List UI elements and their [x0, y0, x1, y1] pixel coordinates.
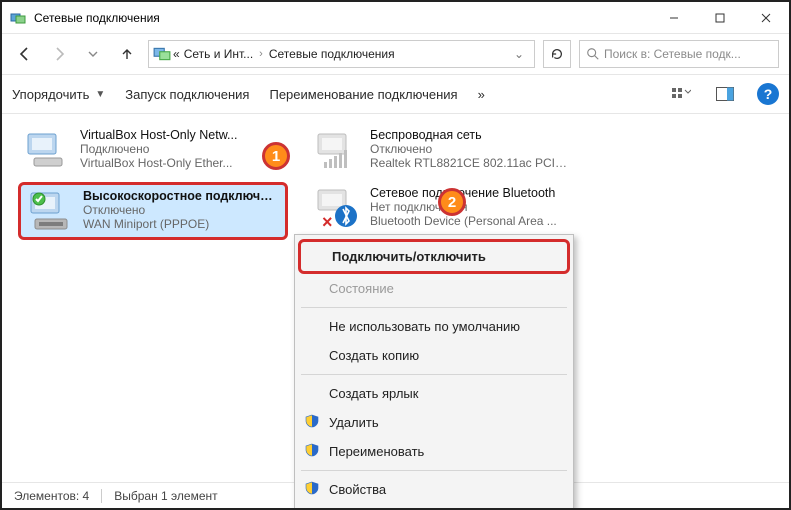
bluetooth-icon: ×: [314, 186, 362, 230]
ctx-status: Состояние: [295, 274, 573, 303]
view-menu[interactable]: [669, 82, 693, 106]
breadcrumb-2[interactable]: Сетевые подключения: [269, 47, 395, 61]
connection-status: Отключено: [370, 142, 572, 156]
search-icon: [586, 47, 600, 61]
connection-title: VirtualBox Host-Only Netw...: [80, 128, 237, 142]
network-adapter-icon: [24, 128, 72, 172]
connection-item-highspeed[interactable]: Высокоскоростное подключение Отключено W…: [18, 182, 288, 240]
shield-icon: [305, 443, 321, 459]
ctx-delete-label: Удалить: [329, 415, 379, 430]
connection-device: VirtualBox Host-Only Ether...: [80, 156, 237, 170]
organize-menu[interactable]: Упорядочить ▼: [12, 87, 105, 102]
ctx-separator: [301, 374, 567, 375]
titlebar: Сетевые подключения: [2, 2, 789, 34]
back-button[interactable]: [12, 41, 38, 67]
connection-title: Беспроводная сеть: [370, 128, 572, 142]
app-icon: [10, 10, 26, 26]
preview-pane-button[interactable]: [713, 82, 737, 106]
ctx-properties[interactable]: Свойства: [295, 475, 573, 504]
connection-title: Высокоскоростное подключение: [83, 189, 279, 203]
address-bar[interactable]: « Сеть и Инт... › Сетевые подключения ⌄: [148, 40, 535, 68]
status-count: Элементов: 4: [14, 489, 89, 503]
start-connection-button[interactable]: Запуск подключения: [125, 87, 249, 102]
content-area: VirtualBox Host-Only Netw... Подключено …: [2, 114, 789, 482]
close-button[interactable]: [743, 2, 789, 33]
chevron-down-icon[interactable]: ⌄: [508, 47, 530, 61]
up-button[interactable]: [114, 41, 140, 67]
breadcrumb-1[interactable]: Сеть и Инт...: [184, 47, 253, 61]
chevron-down-icon: ▼: [95, 89, 105, 100]
shield-icon: [305, 481, 321, 497]
organize-label: Упорядочить: [12, 87, 89, 102]
window-title: Сетевые подключения: [34, 11, 651, 25]
nav-row: « Сеть и Инт... › Сетевые подключения ⌄ …: [2, 34, 789, 74]
connection-device: Bluetooth Device (Personal Area ...: [370, 214, 557, 228]
connection-status: Подключено: [80, 142, 237, 156]
forward-button[interactable]: [46, 41, 72, 67]
help-button[interactable]: ?: [757, 83, 779, 105]
toolbar: Упорядочить ▼ Запуск подключения Переиме…: [2, 74, 789, 114]
connection-item-wireless[interactable]: Беспроводная сеть Отключено Realtek RTL8…: [308, 124, 578, 176]
recent-dropdown[interactable]: [80, 41, 106, 67]
refresh-button[interactable]: [543, 40, 571, 68]
svg-text:×: ×: [322, 212, 333, 230]
breadcrumb-prefix: «: [173, 47, 180, 61]
modem-icon: [27, 189, 75, 233]
start-label: Запуск подключения: [125, 87, 249, 102]
ctx-separator: [301, 307, 567, 308]
connection-item-bluetooth[interactable]: × Сетевое подключение Bluetooth Нет подк…: [308, 182, 578, 240]
ctx-delete[interactable]: Удалить: [295, 408, 573, 437]
step-badge-1: 1: [262, 142, 290, 170]
connection-item-virtualbox[interactable]: VirtualBox Host-Only Netw... Подключено …: [18, 124, 288, 176]
more-label: »: [478, 87, 485, 102]
ctx-separator: [301, 470, 567, 471]
ctx-create-shortcut[interactable]: Создать ярлык: [295, 379, 573, 408]
wifi-icon: [314, 128, 362, 172]
ctx-rename[interactable]: Переименовать: [295, 437, 573, 466]
ctx-create-copy[interactable]: Создать копию: [295, 341, 573, 370]
minimize-button[interactable]: [651, 2, 697, 33]
ctx-properties-label: Свойства: [329, 482, 386, 497]
rename-connection-button[interactable]: Переименование подключения: [269, 87, 457, 102]
connection-device: Realtek RTL8821CE 802.11ac PCIe ...: [370, 156, 572, 170]
ctx-rename-label: Переименовать: [329, 444, 424, 459]
ctx-no-default[interactable]: Не использовать по умолчанию: [295, 312, 573, 341]
more-tools[interactable]: »: [478, 87, 485, 102]
status-divider: [101, 489, 102, 503]
rename-label: Переименование подключения: [269, 87, 457, 102]
status-selected: Выбран 1 элемент: [114, 489, 217, 503]
connection-status: Отключено: [83, 203, 279, 217]
shield-icon: [305, 414, 321, 430]
control-panel-icon: [153, 45, 171, 63]
maximize-button[interactable]: [697, 2, 743, 33]
ctx-connect-disconnect[interactable]: Подключить/отключить: [298, 239, 570, 274]
chevron-right-icon: ›: [259, 48, 263, 60]
context-menu: Подключить/отключить Состояние Не исполь…: [294, 234, 574, 509]
connection-device: WAN Miniport (PPPOE): [83, 217, 279, 231]
search-box[interactable]: Поиск в: Сетевые подк...: [579, 40, 779, 68]
step-badge-2: 2: [438, 188, 466, 216]
search-placeholder: Поиск в: Сетевые подк...: [604, 47, 741, 61]
